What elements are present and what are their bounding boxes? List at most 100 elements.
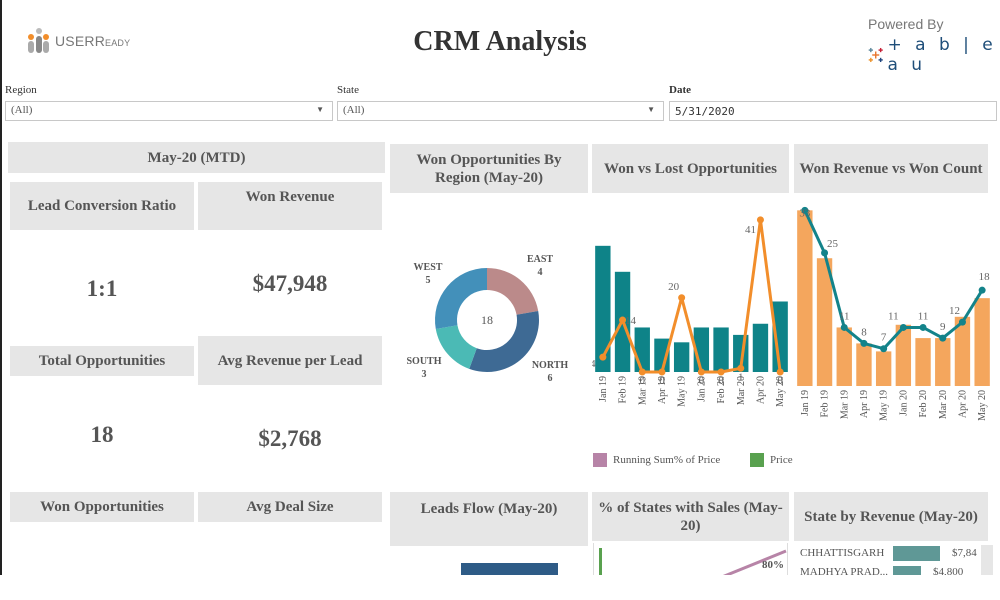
- won-vs-lost-title: Won vs Lost Opportunities: [592, 144, 789, 193]
- powered-by-tableau: Powered By + a b | e a u: [868, 16, 998, 75]
- line-point[interactable]: [899, 323, 907, 331]
- state-revenue-bar: [893, 546, 940, 561]
- powered-by-label: Powered By: [868, 16, 944, 32]
- region-filter-dropdown[interactable]: (All) ▼: [5, 101, 333, 121]
- state-filter-dropdown[interactable]: (All) ▼: [337, 101, 664, 121]
- x-tick-label: Feb 19: [820, 390, 831, 418]
- bar[interactable]: [935, 338, 951, 386]
- bar[interactable]: [875, 351, 892, 386]
- bar[interactable]: [634, 327, 650, 372]
- line-point[interactable]: [860, 339, 868, 347]
- legend-item-running-sum[interactable]: Running Sum% of Price: [593, 453, 720, 467]
- line-point[interactable]: [958, 318, 966, 326]
- data-label: 18: [979, 271, 991, 283]
- bar[interactable]: [713, 327, 729, 372]
- region-donut-chart: EAST 4 NORTH 6 SOUTH 3 WEST 5 18: [406, 254, 569, 384]
- bar[interactable]: [856, 343, 872, 386]
- donut-label: NORTH: [532, 360, 569, 371]
- tableau-logo-text: + a b | e a u: [887, 35, 997, 75]
- date-filter-input[interactable]: [669, 101, 997, 121]
- state-row-value: $7,84: [952, 547, 977, 559]
- x-tick-label: Feb 20: [918, 390, 929, 418]
- data-label: 11: [839, 310, 850, 322]
- won-opportunities-label: Won Opportunities: [10, 492, 194, 522]
- data-label: 8: [861, 326, 867, 338]
- avg-revenue-per-lead-value: $2,768: [258, 426, 322, 451]
- donut-label: SOUTH: [406, 356, 441, 367]
- bar[interactable]: [836, 327, 852, 386]
- data-label: 11: [888, 310, 899, 322]
- leads-flow-bar: [461, 563, 558, 575]
- line-point[interactable]: [880, 345, 888, 353]
- data-label: 20: [668, 281, 680, 293]
- x-tick-label: Apr 20: [957, 390, 968, 418]
- state-by-revenue-title: State by Revenue (May-20): [794, 492, 988, 541]
- data-label: 41: [745, 224, 756, 236]
- donut-slice-north[interactable]: [469, 310, 539, 372]
- x-tick-label: May 20: [775, 376, 786, 407]
- x-tick-label: Mar 20: [736, 376, 747, 405]
- legend-label: Price: [770, 454, 793, 466]
- donut-value-label: 4: [538, 267, 543, 278]
- bar[interactable]: [797, 210, 813, 386]
- states-with-sales-title: % of States with Sales (May-20): [592, 492, 789, 541]
- line-point[interactable]: [840, 323, 848, 331]
- x-tick-label: May 19: [879, 390, 890, 421]
- bar[interactable]: [974, 298, 990, 386]
- left-frame-border: [0, 0, 2, 575]
- line-point[interactable]: [919, 323, 927, 331]
- donut-center-label: 18: [481, 313, 493, 327]
- donut-slice-south[interactable]: [435, 325, 477, 369]
- state-filter-label: State: [337, 84, 359, 96]
- won-revenue-vs-count-title: Won Revenue vs Won Count: [794, 144, 988, 193]
- date-filter-label: Date: [669, 84, 691, 96]
- x-tick-label: Apr 20: [755, 376, 766, 404]
- data-label: 12: [949, 305, 960, 317]
- x-tick-label: May 20: [977, 390, 988, 421]
- running-sum-label: 80%: [762, 559, 784, 571]
- line-point[interactable]: [756, 216, 764, 224]
- x-tick-label: Feb 19: [618, 376, 629, 404]
- state-revenue-bar: [893, 566, 921, 575]
- donut-slice-east[interactable]: [487, 268, 539, 315]
- data-label: 4: [592, 358, 596, 370]
- won-revenue-label: Won Revenue: [198, 182, 382, 230]
- x-tick-label: Jan 19: [598, 376, 609, 402]
- line-point[interactable]: [678, 294, 686, 302]
- x-tick-label: Feb 20: [716, 376, 727, 404]
- state-filter-value: (All): [343, 104, 365, 116]
- x-tick-label: Jan 20: [898, 390, 909, 416]
- bar[interactable]: [915, 338, 931, 386]
- won-vs-lost-chart: 4140 0200 0 1410Jan 19 Feb 19 Mar 19 Apr 19 May…: [592, 216, 788, 407]
- page-bottom-margin: [0, 575, 1000, 600]
- data-label: 14: [625, 315, 637, 327]
- total-opportunities-label: Total Opportunities: [10, 346, 194, 376]
- legend-item-price[interactable]: Price: [750, 453, 793, 467]
- bar[interactable]: [673, 342, 690, 372]
- line-point[interactable]: [599, 353, 607, 361]
- donut-slice-west[interactable]: [435, 268, 487, 330]
- data-label: 25: [827, 238, 839, 250]
- kpi-section-title: May-20 (MTD): [8, 142, 385, 173]
- state-row-value: $4,800: [933, 566, 964, 575]
- x-tick-label: Jan 20: [696, 376, 707, 402]
- scrollbar[interactable]: [981, 545, 993, 575]
- state-row-label: MADHYA PRAD...: [800, 566, 889, 575]
- x-tick-label: Mar 20: [938, 390, 949, 419]
- x-tick-label: May 19: [677, 376, 688, 407]
- line-point[interactable]: [939, 334, 947, 342]
- legend-swatch: [750, 453, 764, 467]
- page-title: CRM Analysis: [413, 26, 587, 57]
- running-sum-line: [722, 549, 787, 575]
- donut-value-label: 5: [426, 275, 431, 286]
- line-point[interactable]: [821, 249, 829, 257]
- legend-swatch: [593, 453, 607, 467]
- lead-conversion-ratio-value: 1:1: [86, 276, 118, 301]
- data-label: 7: [881, 332, 887, 344]
- line-point[interactable]: [978, 286, 986, 294]
- region-filter-label: Region: [5, 84, 37, 96]
- donut-value-label: 6: [548, 373, 553, 384]
- bar[interactable]: [595, 245, 611, 372]
- bar[interactable]: [752, 323, 769, 372]
- data-label: 11: [918, 310, 929, 322]
